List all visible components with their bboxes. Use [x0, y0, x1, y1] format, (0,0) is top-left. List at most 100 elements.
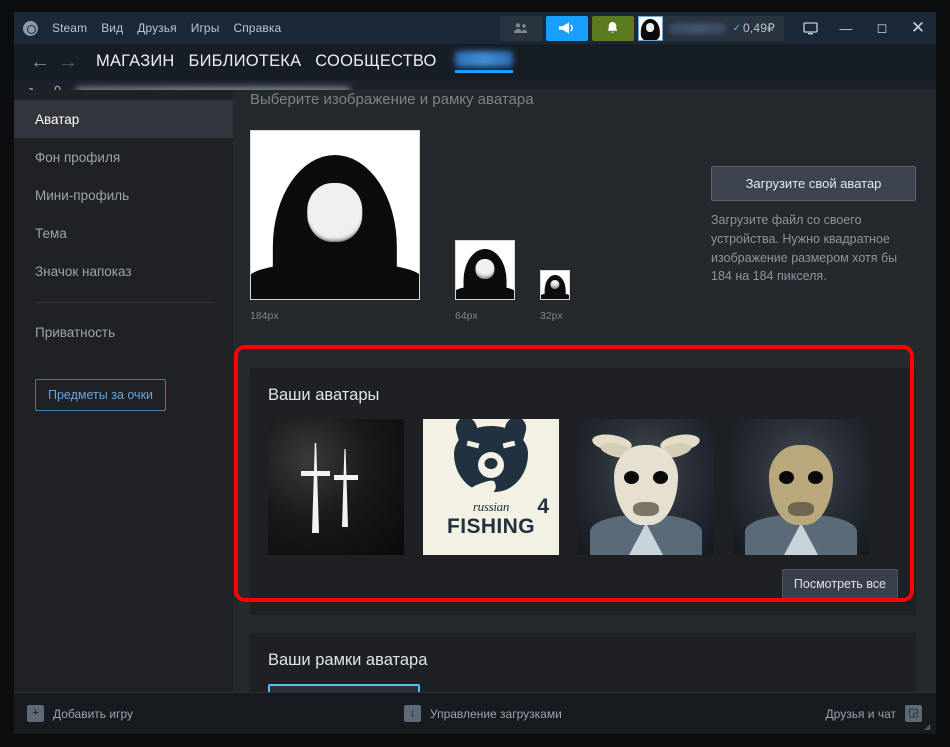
mask-eye-right — [653, 471, 668, 484]
sidebar-item-theme[interactable]: Тема — [14, 214, 233, 252]
friends-chat-label: Друзья и чат — [825, 706, 896, 721]
menu-item-games[interactable]: Игры — [191, 21, 220, 35]
downloads-label: Управление загрузками — [430, 706, 562, 721]
mask-eye-right — [808, 471, 823, 484]
avatar-option-russian-fishing-4[interactable]: russian FISHING 4 — [423, 419, 559, 555]
menu-item-friends[interactable]: Друзья — [137, 21, 177, 35]
points-shop-button[interactable]: Предметы за очки — [35, 379, 167, 411]
nav-link-username-active[interactable] — [454, 51, 513, 73]
sidebar-item-label: Тема — [35, 225, 67, 241]
account-avatar[interactable] — [637, 15, 663, 41]
friends-chat-icon: ◲ — [905, 705, 922, 722]
upload-section: Загрузите свой аватар Загрузите файл со … — [711, 166, 916, 286]
minimize-button[interactable]: — — [828, 12, 864, 44]
sidebar-item-mini-profile[interactable]: Мини-профиль — [14, 176, 233, 214]
avatar-size-label: 32px — [540, 310, 563, 322]
menu-item-steam[interactable]: Steam — [52, 21, 87, 35]
sidebar-item-label: Приватность — [35, 324, 116, 340]
avatar-option-payday-scaled-mask[interactable] — [733, 419, 869, 555]
upload-description: Загрузите файл со своего устройства. Нуж… — [711, 213, 898, 284]
avatar-face-shape — [475, 258, 495, 280]
avatar-shoulders-shape — [251, 262, 419, 299]
bear-eye-left — [466, 440, 480, 449]
dbd-mark-1 — [301, 471, 330, 476]
sidebar-item-avatar[interactable]: Аватар — [14, 100, 233, 138]
avatar-preview-184: 184px — [250, 130, 420, 322]
download-icon: ↓ — [404, 705, 421, 722]
bear-nose — [484, 458, 498, 469]
display-mode-button[interactable] — [792, 12, 828, 44]
avatar-frame-option-selected[interactable] — [268, 684, 420, 692]
mask-mouth-shape — [788, 502, 814, 516]
avatar-option-dead-by-daylight[interactable] — [268, 419, 404, 555]
menu-bar: Steam Вид Друзья Игры Справка — [14, 20, 281, 36]
title-bar: Steam Вид Друзья Игры Справка ✓ 0,49₽ — … — [14, 12, 936, 44]
friends-list-button[interactable] — [499, 15, 542, 41]
add-game-label: Добавить игру — [53, 706, 133, 721]
avatar-settings-pane: Выберите изображение и рамку аватара 184… — [233, 90, 936, 692]
content-area: Аватар Фон профиля Мини-профиль Тема Зна… — [14, 90, 936, 692]
your-avatar-frames-panel: Ваши рамки аватара — [250, 633, 916, 692]
nav-link-library[interactable]: БИБЛИОТЕКА — [189, 52, 302, 73]
megaphone-icon — [559, 22, 573, 34]
friends-chat-button[interactable]: Друзья и чат ◲ — [826, 705, 922, 722]
navigation-bar: ← → МАГАЗИН БИБЛИОТЕКА СООБЩЕСТВО — [14, 44, 936, 80]
settings-sidebar: Аватар Фон профиля Мини-профиль Тема Зна… — [14, 90, 233, 692]
menu-item-view[interactable]: Вид — [101, 21, 123, 35]
your-frames-title: Ваши рамки аватара — [268, 651, 428, 669]
monitor-icon — [802, 21, 818, 34]
dbd-mark-2 — [334, 475, 358, 480]
sidebar-item-label: Аватар — [35, 111, 80, 127]
avatar-shoulders-shape — [541, 292, 569, 299]
sidebar-item-label: Значок напоказ — [35, 263, 132, 279]
avatar-shoulders-shape — [456, 286, 514, 299]
view-all-avatars-button[interactable]: Посмотреть все — [781, 569, 898, 599]
account-menu[interactable]: ✓ 0,49₽ — [637, 15, 784, 41]
sidebar-item-label: Мини-профиль — [35, 187, 130, 203]
sidebar-item-showcase-badge[interactable]: Значок напоказ — [14, 252, 233, 290]
avatar-option-payday-horned-mask[interactable] — [578, 419, 714, 555]
friends-icon — [513, 23, 527, 33]
avatar-face-shape — [646, 23, 655, 32]
sidebar-item-profile-background[interactable]: Фон профиля — [14, 138, 233, 176]
avatar-preview-64: 64px — [455, 240, 515, 322]
sidebar-item-privacy[interactable]: Приватность — [14, 313, 233, 351]
mask-eye-left — [779, 471, 794, 484]
broadcast-button[interactable] — [545, 15, 588, 41]
sidebar-divider — [35, 302, 215, 303]
avatar-size-label: 64px — [455, 310, 478, 322]
account-name-redacted — [668, 22, 727, 34]
upload-avatar-button[interactable]: Загрузите свой аватар — [711, 166, 916, 201]
avatar-preview-32: 32px — [540, 270, 570, 322]
bear-icon — [454, 426, 528, 505]
nav-username-redacted — [454, 51, 513, 67]
avatar-image-small[interactable] — [540, 270, 570, 300]
sidebar-item-label: Фон профиля — [35, 149, 121, 165]
bear-eye-right — [502, 440, 516, 449]
maximize-button[interactable]: ◻ — [864, 12, 900, 44]
nav-link-store[interactable]: МАГАЗИН — [96, 52, 175, 73]
notifications-button[interactable] — [591, 15, 634, 41]
rf-text-fishing: FISHING — [447, 515, 535, 538]
bell-icon — [607, 22, 618, 33]
forward-button[interactable]: → — [54, 52, 82, 72]
mask-face-shape — [614, 445, 678, 525]
avatar-grid: russian FISHING 4 — [268, 419, 898, 555]
account-balance[interactable]: 0,49₽ — [743, 21, 784, 35]
menu-item-help[interactable]: Справка — [233, 21, 281, 35]
your-avatars-title: Ваши аватары — [268, 386, 380, 404]
rf-text-russian: russian — [472, 499, 510, 514]
nav-active-underline — [454, 70, 513, 73]
avatar-image-medium[interactable] — [455, 240, 515, 300]
account-dropdown-icon: ✓ — [732, 22, 741, 34]
plus-icon: + — [27, 705, 44, 722]
resize-grip[interactable]: ◢ — [924, 723, 932, 731]
title-bar-right: ✓ 0,49₽ — ◻ ✕ — [499, 12, 936, 44]
downloads-button[interactable]: ↓ Управление загрузками — [404, 705, 562, 722]
nav-link-community[interactable]: СООБЩЕСТВО — [315, 52, 436, 73]
back-button[interactable]: ← — [26, 52, 54, 72]
avatar-face-shape — [550, 279, 560, 290]
add-game-button[interactable]: + Добавить игру — [14, 705, 133, 722]
close-button[interactable]: ✕ — [900, 12, 936, 44]
avatar-image-large[interactable] — [250, 130, 420, 300]
